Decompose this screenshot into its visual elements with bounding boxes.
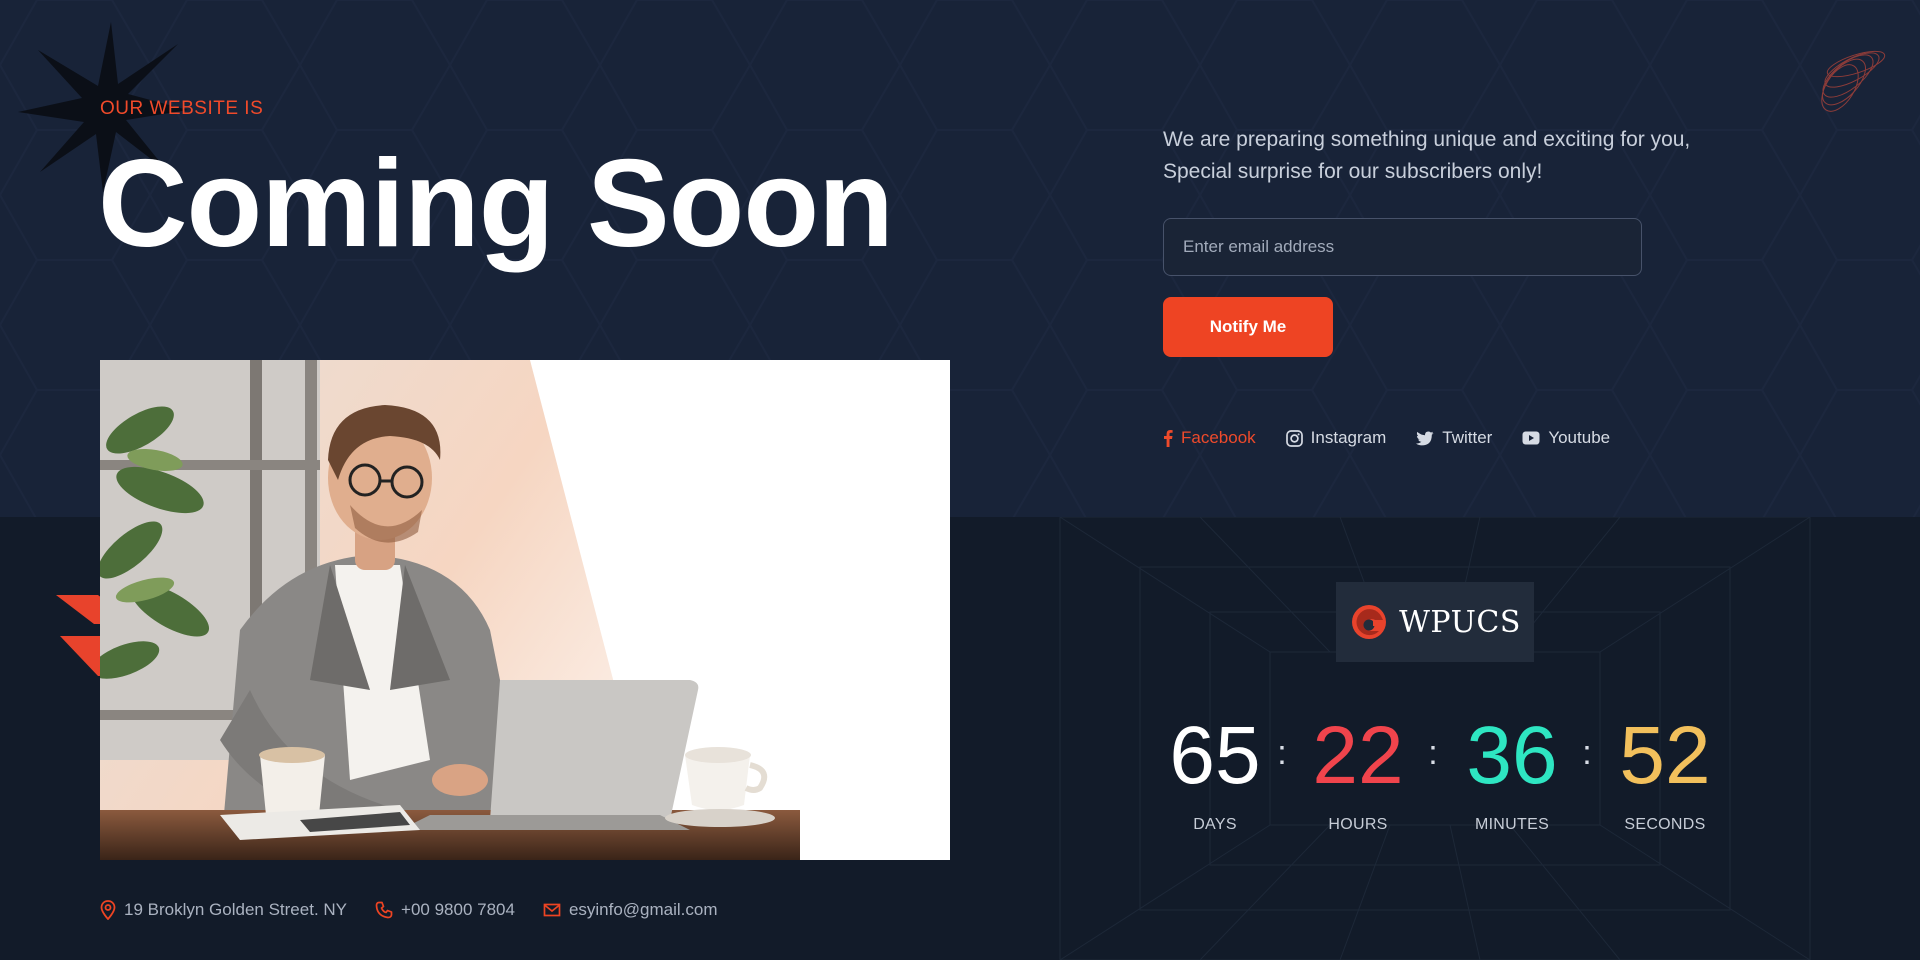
swirl-decoration bbox=[1821, 50, 1886, 112]
man-with-laptop-illustration bbox=[100, 360, 950, 860]
social-link-facebook[interactable]: Facebook bbox=[1163, 428, 1256, 448]
address-text: 19 Broklyn Golden Street. NY bbox=[124, 900, 348, 919]
location-pin-icon bbox=[100, 900, 116, 920]
email-text: esyinfo@gmail.com bbox=[568, 900, 718, 919]
countdown-label: SECONDS bbox=[1624, 816, 1706, 833]
countdown-value: 65 bbox=[1169, 710, 1261, 801]
notify-me-button[interactable]: Notify Me bbox=[1163, 297, 1333, 357]
countdown-label: HOURS bbox=[1328, 816, 1388, 833]
countdown-seconds: 52 SECONDS bbox=[1590, 708, 1740, 834]
social-label: Facebook bbox=[1181, 428, 1256, 447]
contact-phone[interactable]: +00 9800 7804 bbox=[375, 900, 515, 920]
brand-logo: WPUCS bbox=[1336, 582, 1534, 662]
countdown-label: MINUTES bbox=[1474, 816, 1550, 833]
wpucs-logo-icon bbox=[1352, 605, 1387, 639]
envelope-icon bbox=[543, 903, 561, 917]
youtube-icon bbox=[1522, 431, 1540, 445]
logo-text: WPUCS bbox=[1399, 604, 1521, 640]
countdown-timer: 65 DAYS : 22 HOURS : 36 MINUTES : 52 SEC… bbox=[1140, 708, 1740, 838]
countdown-minutes: 36 MINUTES bbox=[1437, 708, 1587, 834]
page-title: Coming Soon bbox=[98, 135, 894, 273]
phone-icon bbox=[375, 901, 393, 919]
contact-email[interactable]: esyinfo@gmail.com bbox=[543, 900, 718, 920]
countdown-days: 65 DAYS bbox=[1140, 708, 1290, 834]
phone-text: +00 9800 7804 bbox=[401, 900, 515, 919]
social-label: Youtube bbox=[1548, 428, 1611, 447]
contact-address: 19 Broklyn Golden Street. NY bbox=[100, 900, 347, 920]
countdown-label: DAYS bbox=[1193, 816, 1237, 833]
contact-info: 19 Broklyn Golden Street. NY +00 9800 78… bbox=[100, 898, 718, 922]
instagram-icon bbox=[1285, 429, 1303, 447]
countdown-value: 36 bbox=[1466, 710, 1558, 801]
countdown-value: 22 bbox=[1312, 710, 1404, 801]
countdown-value: 52 bbox=[1619, 710, 1711, 801]
social-label: Instagram bbox=[1310, 428, 1387, 447]
countdown-hours: 22 HOURS bbox=[1283, 708, 1433, 834]
social-link-twitter[interactable]: Twitter bbox=[1416, 428, 1492, 448]
social-label: Twitter bbox=[1442, 428, 1493, 447]
twitter-icon bbox=[1416, 431, 1434, 445]
intro-text: We are preparing something unique and ex… bbox=[1163, 128, 1691, 183]
eyebrow-text: OUR WEBSITE IS bbox=[100, 98, 264, 119]
social-links: Facebook Instagram Twitter Youtube bbox=[1163, 426, 1610, 450]
social-link-instagram[interactable]: Instagram bbox=[1285, 428, 1387, 448]
social-link-youtube[interactable]: Youtube bbox=[1522, 428, 1610, 448]
email-input[interactable] bbox=[1163, 218, 1642, 276]
facebook-icon bbox=[1164, 430, 1173, 447]
hero-illustration bbox=[100, 360, 950, 860]
